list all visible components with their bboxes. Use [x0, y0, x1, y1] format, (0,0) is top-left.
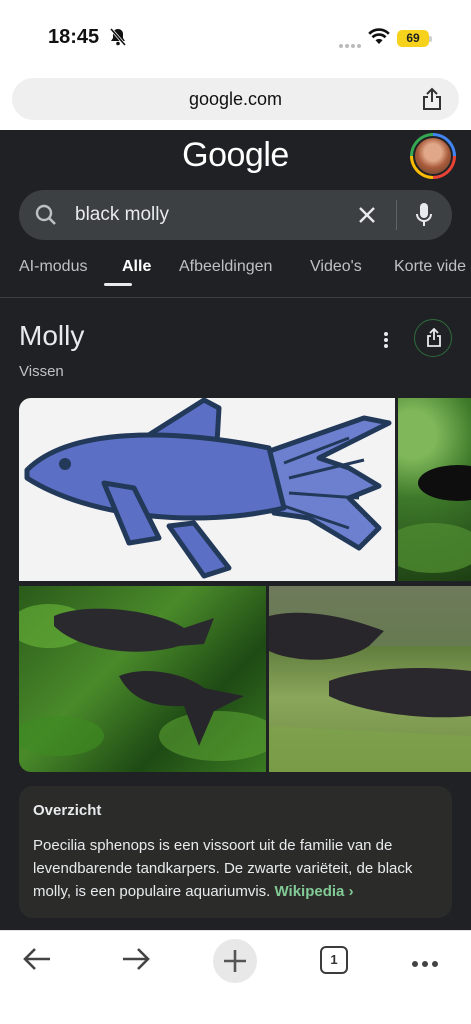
cellular-signal-icon — [338, 36, 362, 54]
molly-photo-grass[interactable] — [269, 586, 471, 772]
search-input[interactable] — [75, 204, 335, 226]
tabs-divider — [0, 297, 471, 298]
molly-illustration-image[interactable] — [19, 398, 395, 581]
microphone-icon[interactable] — [415, 202, 433, 233]
browser-toolbar: 1 — [0, 930, 471, 1024]
account-avatar[interactable] — [410, 133, 456, 179]
wifi-icon — [368, 28, 390, 50]
share-result-button[interactable] — [414, 319, 452, 357]
url-text[interactable]: google.com — [12, 89, 459, 110]
silent-bell-icon — [109, 28, 127, 51]
overview-description: Poecilia sphenops is een vissoort uit de… — [33, 837, 413, 900]
molly-photo-green[interactable] — [19, 586, 266, 772]
search-divider — [396, 200, 397, 230]
wikipedia-link[interactable]: Wikipedia › — [275, 883, 354, 900]
tab-ai-modus[interactable]: AI-modus — [19, 258, 87, 276]
tab-videos[interactable]: Video's — [310, 258, 362, 276]
overview-text: Poecilia sphenops is een vissoort uit de… — [33, 834, 443, 903]
status-bar: 18:45 69 — [0, 0, 471, 68]
tab-afbeeldingen[interactable]: Afbeeldingen — [179, 258, 272, 276]
tab-alle[interactable]: Alle — [122, 258, 151, 276]
share-icon[interactable] — [421, 87, 443, 116]
search-icon — [35, 204, 57, 231]
molly-photo-side[interactable] — [398, 398, 471, 581]
entity-subtitle: Vissen — [19, 363, 64, 380]
battery-tip — [429, 36, 432, 42]
search-results-page: Google AI-modus Alle Afbeeldi — [0, 130, 471, 930]
new-tab-button[interactable] — [213, 939, 257, 983]
tab-switcher-button[interactable]: 1 — [320, 946, 348, 974]
more-options-icon[interactable] — [382, 330, 390, 355]
more-menu-icon[interactable] — [411, 955, 439, 973]
search-box[interactable] — [19, 190, 452, 240]
back-arrow-icon[interactable] — [22, 947, 52, 976]
overview-card: Overzicht Poecilia sphenops is een visso… — [19, 786, 452, 918]
entity-title: Molly — [19, 320, 85, 351]
share-icon — [427, 328, 441, 347]
battery-icon: 69 — [397, 30, 429, 47]
google-logo[interactable]: Google — [0, 136, 471, 175]
forward-arrow-icon[interactable] — [121, 947, 151, 976]
plus-icon — [224, 950, 246, 972]
tab-korte-videos[interactable]: Korte vide — [394, 258, 466, 276]
overview-heading: Overzicht — [33, 802, 102, 819]
clear-icon[interactable] — [357, 205, 377, 230]
status-time: 18:45 — [48, 26, 100, 48]
active-tab-indicator — [104, 283, 132, 286]
address-bar[interactable]: google.com — [12, 78, 459, 120]
